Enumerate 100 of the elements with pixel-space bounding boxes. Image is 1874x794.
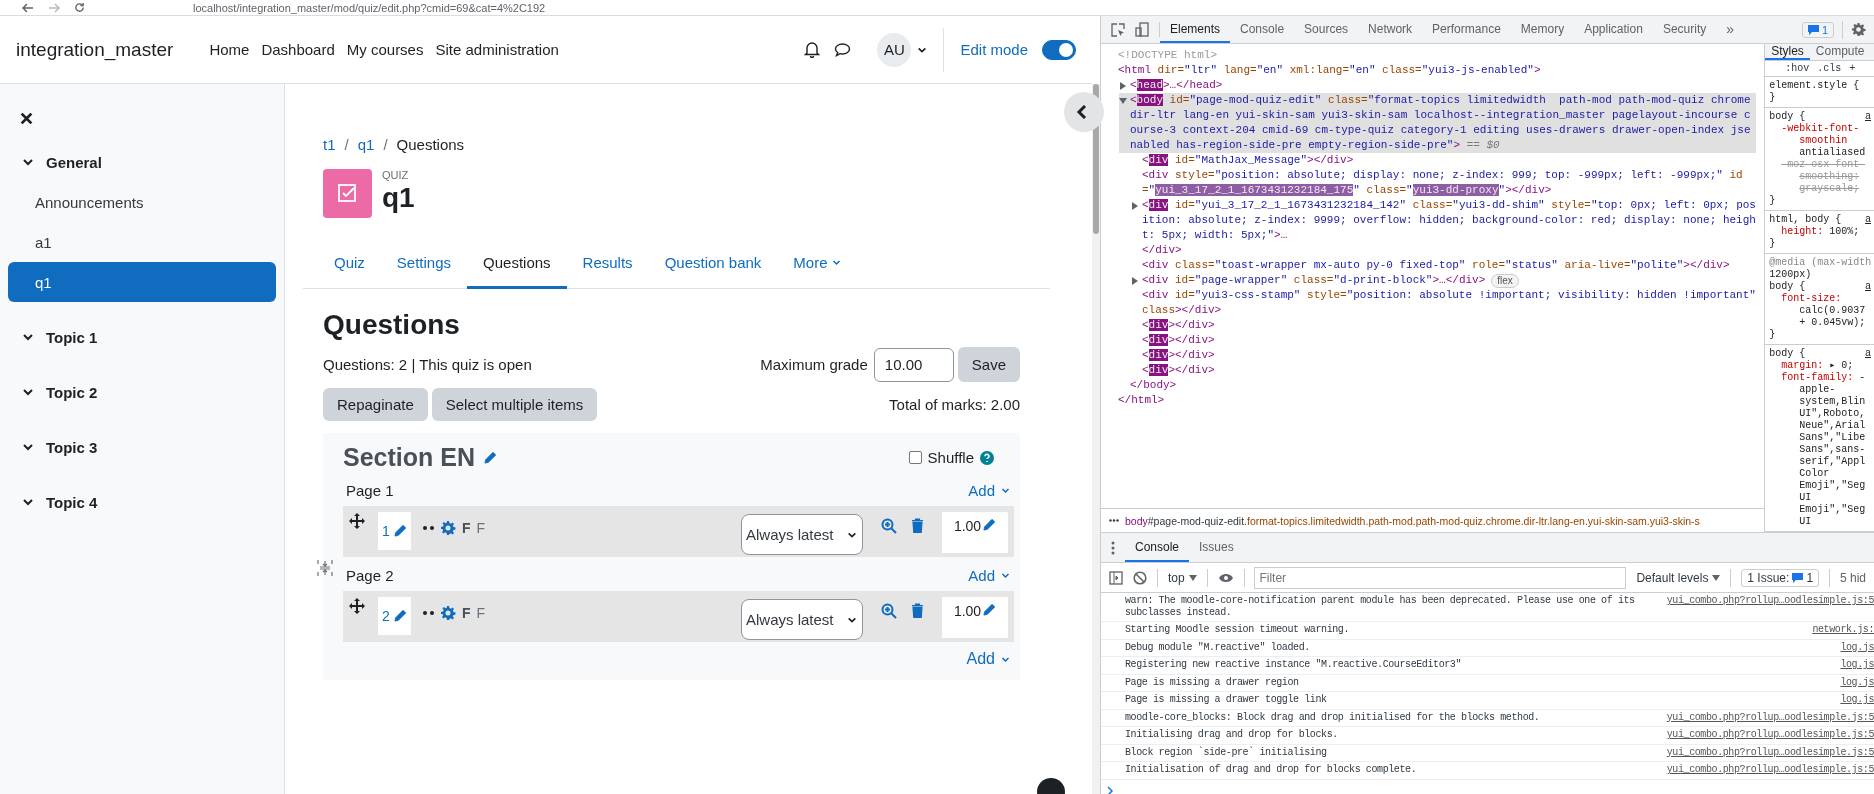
issues-button[interactable]: 1 Issue: 1 — [1741, 568, 1820, 587]
source-link[interactable]: a — [1865, 281, 1871, 293]
devtools-tab[interactable]: Elements — [1160, 16, 1231, 43]
action-button[interactable]: Select multiple items — [431, 388, 598, 421]
question-mark[interactable]: 1.00 — [942, 597, 1008, 638]
delete-icon[interactable] — [911, 518, 924, 533]
collapsed-triangle-icon[interactable] — [1131, 277, 1139, 285]
tab[interactable]: Questions — [467, 240, 567, 289]
nav-link[interactable]: Site administration — [435, 41, 559, 58]
back-icon[interactable] — [22, 2, 34, 13]
help-icon[interactable] — [980, 450, 994, 465]
breadcrumb-link[interactable]: t1 — [323, 136, 336, 153]
devtools-tab[interactable]: Security — [1652, 16, 1717, 43]
source-link[interactable]: log.js — [1840, 676, 1874, 689]
scrollbar[interactable] — [1092, 84, 1100, 794]
version-dropdown[interactable]: Always latest — [741, 599, 863, 640]
close-icon[interactable] — [20, 112, 33, 125]
section-title[interactable]: General — [46, 153, 102, 171]
pencil-icon[interactable] — [982, 518, 997, 532]
device-toolbar-icon[interactable] — [1135, 22, 1149, 37]
chat-icon[interactable] — [834, 41, 852, 58]
source-link[interactable]: network.js: — [1812, 624, 1874, 637]
kebab-menu-icon[interactable] — [1111, 540, 1115, 555]
tab[interactable]: Results — [566, 240, 649, 289]
sidebar-icon[interactable] — [1109, 570, 1123, 585]
tab[interactable]: Settings — [380, 240, 468, 289]
address-bar[interactable]: localhost/integration_master/mod/quiz/edit.php?cmid=69&cat=4%2C192 — [193, 1, 546, 14]
source-link[interactable]: log.js — [1840, 694, 1874, 707]
source-link[interactable]: a — [1865, 111, 1871, 123]
collapsed-triangle-icon[interactable] — [1119, 82, 1127, 90]
inspect-icon[interactable] — [1111, 22, 1125, 37]
filter-toggle[interactable]: + — [1849, 63, 1856, 74]
source-link[interactable]: yui_combo.php?rollup…oodlesimple.js:5 — [1666, 711, 1874, 724]
nav-link[interactable]: Dashboard — [261, 41, 335, 58]
source-link[interactable]: yui_combo.php?rollup…oodlesimple.js:5 — [1666, 764, 1874, 777]
bell-icon[interactable] — [804, 41, 821, 58]
zoom-in-icon[interactable] — [881, 518, 897, 534]
save-button[interactable]: Save — [957, 347, 1020, 382]
add-menu-link[interactable]: Add — [968, 566, 1010, 584]
flex-badge[interactable]: flex — [1491, 273, 1519, 288]
source-link[interactable]: yui_combo.php?rollup…oodlesimple.js:5 — [1666, 746, 1874, 759]
question-number[interactable]: 2 — [378, 597, 411, 635]
nav-link[interactable]: Home — [209, 41, 250, 58]
source-link[interactable]: yui_combo.php?rollup…oodlesimple.js:5 — [1666, 595, 1874, 619]
user-avatar[interactable]: AU — [877, 32, 912, 67]
action-button[interactable]: Repaginate — [323, 388, 428, 421]
zoom-in-icon[interactable] — [881, 603, 897, 619]
move-icon[interactable] — [348, 512, 366, 530]
tab[interactable]: Quiz — [318, 240, 381, 289]
delete-icon[interactable] — [911, 603, 924, 618]
reload-icon[interactable] — [74, 2, 85, 13]
devtools-tab[interactable]: Sources — [1294, 16, 1359, 43]
shuffle-checkbox[interactable] — [908, 451, 922, 464]
filter-toggle[interactable]: :hov — [1785, 63, 1810, 74]
edit-mode-switch[interactable] — [1042, 39, 1076, 60]
drawer-toggle-button[interactable] — [1064, 92, 1104, 132]
repaginate-icon[interactable] — [317, 559, 333, 577]
edit-pencil-icon[interactable] — [483, 450, 497, 465]
source-link[interactable]: a — [1865, 348, 1871, 360]
settings-icon[interactable] — [440, 605, 456, 621]
nav-link[interactable]: My courses — [346, 41, 424, 58]
more-icon[interactable] — [1109, 519, 1119, 522]
source-link[interactable]: a — [1865, 214, 1871, 226]
dom-breadcrumb[interactable]: body#page-mod-quiz-edit.format-topics.limitedwidth.path-mod.path-mod-quiz.chrome.dir-ltr.lang-en.yui-skin-sam.yui3-skin-s — [1125, 514, 1700, 527]
add-menu-link[interactable]: Add — [968, 481, 1010, 499]
pencil-icon[interactable] — [392, 609, 407, 623]
devtools-tab[interactable]: Memory — [1510, 16, 1575, 43]
clear-console-icon[interactable] — [1133, 570, 1147, 585]
tab[interactable]: Question bank — [648, 240, 778, 289]
pencil-icon[interactable] — [392, 524, 407, 538]
context-selector[interactable]: top — [1167, 570, 1197, 585]
breadcrumb-link[interactable]: q1 — [357, 136, 375, 153]
course-index-item[interactable]: a1 — [8, 222, 276, 262]
styles-tab[interactable]: Compute — [1809, 44, 1871, 60]
source-link[interactable]: yui_combo.php?rollup…oodlesimple.js:5 — [1666, 729, 1874, 742]
settings-icon[interactable] — [440, 520, 456, 536]
styles-tab[interactable]: Styles — [1765, 44, 1810, 60]
drawer-tab[interactable]: Console — [1125, 533, 1190, 562]
devtools-tab[interactable]: Performance — [1422, 16, 1511, 43]
source-link[interactable]: log.js — [1840, 659, 1874, 672]
question-number[interactable]: 1 — [378, 512, 411, 550]
course-index-item[interactable]: Announcements — [8, 182, 276, 222]
more-tabs-button[interactable]: » — [1716, 16, 1745, 43]
issues-badge[interactable]: 1 — [1801, 21, 1834, 38]
tab[interactable]: More — [777, 240, 857, 289]
devtools-tab[interactable]: Console — [1230, 16, 1295, 43]
devtools-tab[interactable]: Network — [1358, 16, 1423, 43]
pencil-icon[interactable] — [982, 603, 997, 617]
move-icon[interactable] — [348, 597, 366, 615]
source-link[interactable]: log.js — [1840, 641, 1874, 654]
eye-icon[interactable] — [1217, 572, 1234, 583]
section-title[interactable]: Topic 2 — [46, 383, 98, 401]
section-title[interactable]: Topic 4 — [46, 493, 98, 511]
version-dropdown[interactable]: Always latest — [741, 514, 863, 555]
question-mark[interactable]: 1.00 — [942, 512, 1008, 553]
log-levels-dropdown[interactable]: Default levels — [1636, 570, 1721, 585]
section-title[interactable]: Topic 3 — [46, 438, 98, 456]
collapsed-triangle-icon[interactable] — [1131, 202, 1139, 210]
settings-icon[interactable] — [1851, 22, 1866, 37]
course-index-item[interactable]: q1 — [8, 262, 276, 302]
